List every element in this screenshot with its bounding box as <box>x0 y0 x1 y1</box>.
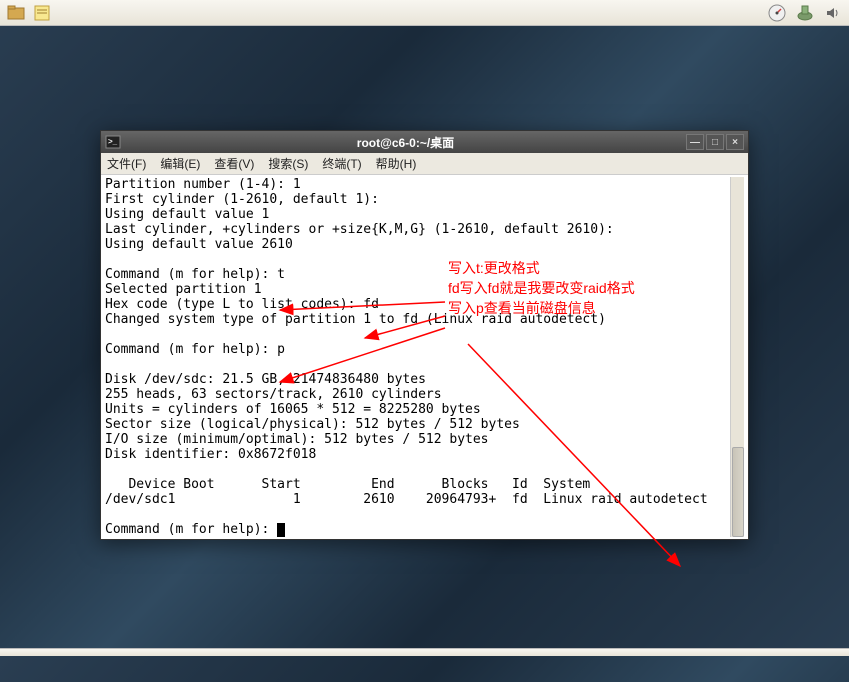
panel-right-group <box>767 3 843 23</box>
minimize-button[interactable]: — <box>686 134 704 150</box>
menu-terminal[interactable]: 终端(T) <box>322 155 361 172</box>
window-titlebar[interactable]: >_ root@c6-0:~/桌面 — □ × <box>101 131 748 153</box>
menu-edit[interactable]: 编辑(E) <box>160 155 200 172</box>
terminal-content[interactable]: Partition number (1-4): 1 First cylinder… <box>105 177 730 537</box>
terminal-body: Partition number (1-4): 1 First cylinder… <box>101 175 748 539</box>
menu-help[interactable]: 帮助(H) <box>376 155 417 172</box>
menu-search[interactable]: 搜索(S) <box>268 155 308 172</box>
system-monitor-icon[interactable] <box>767 3 787 23</box>
notes-icon[interactable] <box>32 3 52 23</box>
menubar: 文件(F) 编辑(E) 查看(V) 搜索(S) 终端(T) 帮助(H) <box>101 153 748 175</box>
panel-left-group <box>6 3 52 23</box>
desktop-bottom-panel[interactable] <box>0 648 849 656</box>
menu-file[interactable]: 文件(F) <box>107 155 146 172</box>
scrollbar-thumb[interactable] <box>732 447 744 537</box>
svg-text:>_: >_ <box>108 137 118 146</box>
update-icon[interactable] <box>795 3 815 23</box>
close-button[interactable]: × <box>726 134 744 150</box>
terminal-app-icon: >_ <box>105 134 121 150</box>
menu-view[interactable]: 查看(V) <box>214 155 254 172</box>
terminal-cursor <box>277 523 285 537</box>
file-manager-icon[interactable] <box>6 3 26 23</box>
terminal-window: >_ root@c6-0:~/桌面 — □ × 文件(F) 编辑(E) 查看(V… <box>100 130 749 540</box>
maximize-button[interactable]: □ <box>706 134 724 150</box>
volume-icon[interactable] <box>823 3 843 23</box>
desktop-top-panel <box>0 0 849 26</box>
window-title: root@c6-0:~/桌面 <box>127 134 684 151</box>
scrollbar[interactable] <box>730 177 744 537</box>
